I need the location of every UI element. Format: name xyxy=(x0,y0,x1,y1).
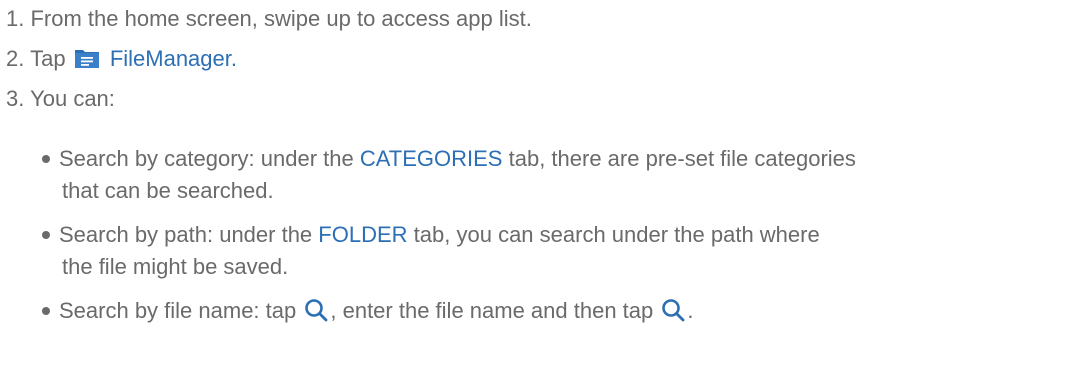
option-rest: tab, there are pre-set file categories xyxy=(508,146,856,171)
option-continuation: that can be searched. xyxy=(62,178,274,203)
option-lead: Search by category: under the xyxy=(59,146,354,171)
option-continuation: the file might be saved. xyxy=(62,254,289,279)
instructions-document: 1. From the home screen, swipe up to acc… xyxy=(0,0,1067,370)
search-icon xyxy=(305,299,328,322)
option-lead: Search by path: under the xyxy=(59,222,313,247)
step-number: 2. xyxy=(6,46,25,71)
bullet-dot xyxy=(42,154,50,163)
bullet-dot xyxy=(42,306,50,315)
step-text: You can: xyxy=(30,86,115,111)
step-number: 3. xyxy=(6,86,25,111)
step-text: From the home screen, swipe up to access… xyxy=(30,6,532,31)
step-2: 2. Tap FileManager. xyxy=(6,46,237,72)
folder-icon xyxy=(74,50,99,69)
keyword-folder: FOLDER xyxy=(318,222,408,247)
step-number: 1. xyxy=(6,6,25,31)
keyword-categories: CATEGORIES xyxy=(359,146,503,171)
option-search-by-path: Search by path: under the FOLDER tab, yo… xyxy=(42,219,1052,283)
step-text: Tap xyxy=(30,46,66,71)
option-end: . xyxy=(687,298,694,323)
option-lead: Search by file name: tap xyxy=(59,298,297,323)
option-middle: , enter the file name and then tap xyxy=(330,298,654,323)
search-icon xyxy=(662,299,685,322)
step-1: 1. From the home screen, swipe up to acc… xyxy=(6,6,532,32)
app-name-filemanager: FileManager. xyxy=(109,46,237,71)
option-search-by-file-name: Search by file name: tap , enter the fil… xyxy=(42,295,1052,327)
option-rest: tab, you can search under the path where xyxy=(413,222,820,247)
option-search-by-category: Search by category: under the CATEGORIES… xyxy=(42,143,1052,207)
bullet-dot xyxy=(42,230,50,239)
step-3: 3. You can: xyxy=(6,86,115,112)
